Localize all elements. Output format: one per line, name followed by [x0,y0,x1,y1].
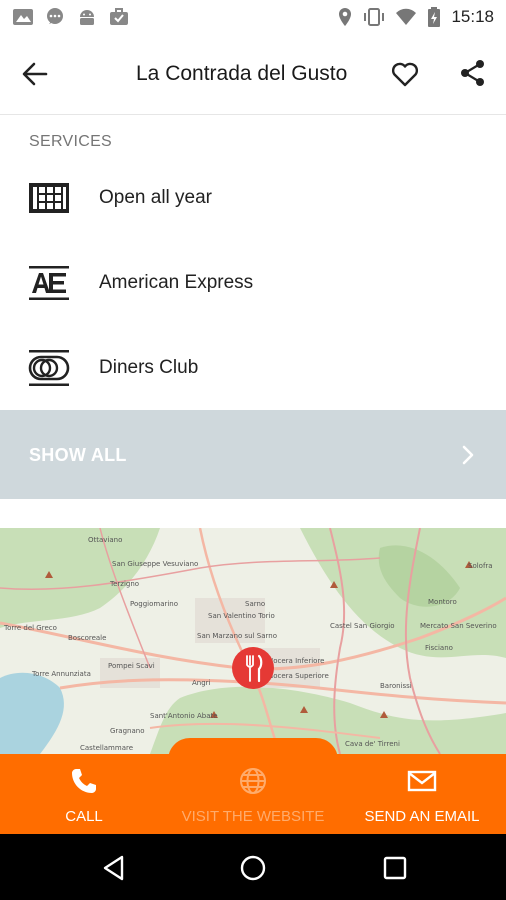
nav-home-icon[interactable] [239,854,267,882]
chevron-right-icon [462,445,474,465]
send-email-button[interactable]: SEND AN EMAIL [338,754,506,834]
call-label: CALL [65,808,103,825]
map-label: Boscoreale [68,634,106,642]
visit-website-button[interactable]: VISIT THE WEBSITE [168,754,338,834]
map-label: San Giuseppe Vesuviano [112,560,198,568]
service-item-open-all-year: Open all year [0,163,506,233]
send-email-label: SEND AN EMAIL [364,808,480,825]
globe-icon [240,768,266,794]
nav-back-icon[interactable] [100,854,128,882]
android-icon [80,10,94,25]
map-label: Ottaviano [88,536,122,544]
notification-icons [12,7,130,27]
map-label: Montoro [428,598,457,606]
system-nav-bar [0,834,506,900]
envelope-icon [407,770,437,792]
map-label: San Valentino Torio [208,612,275,620]
map-label: Cava de' Tirreni [345,740,400,748]
visit-website-label: VISIT THE WEBSITE [181,808,325,825]
calendar-grid-icon [29,183,69,213]
service-item-diners-club: Diners Club [0,333,506,403]
heart-icon[interactable] [390,60,420,88]
services-heading: SERVICES [29,133,113,150]
map-label: Poggiomarino [130,600,178,608]
show-all-label: SHOW ALL [29,445,127,465]
diners-club-icon [28,350,70,386]
restaurant-marker[interactable] [232,647,274,689]
service-label: Open all year [99,187,213,208]
call-button[interactable]: CALL [0,754,168,834]
service-item-american-express: American Express [0,248,506,318]
vibrate-icon [364,8,385,26]
map-label: Castel San Giorgio [330,622,395,630]
chat-icon [47,8,63,24]
wifi-icon [396,8,417,25]
map-label: Solofra [468,562,493,570]
map-label: Gragnano [110,727,144,735]
gallery-icon [13,9,33,25]
location-icon [339,8,352,26]
phone-icon [72,769,96,793]
system-icons: 15:18 [337,6,494,28]
map-label: Nocera Superiore [268,672,329,680]
clock: 15:18 [451,7,494,26]
map-label: Fisciano [425,644,453,652]
service-label: American Express [99,272,254,293]
map-label: Baronissi [380,682,412,690]
app-bar: La Contrada del Gusto [0,34,506,115]
map-label: Torre Annunziata [31,670,91,678]
show-all-button[interactable]: SHOW ALL [0,410,506,499]
battery-icon [428,7,441,27]
map-label: Angri [192,679,211,687]
map-label: Terzigno [109,580,139,588]
share-icon[interactable] [458,58,488,88]
briefcase-icon [110,8,128,25]
map-label: San Marzano sul Sarno [197,632,277,640]
back-arrow-icon[interactable] [20,60,50,88]
nav-recents-icon[interactable] [381,854,409,882]
map-label: Mercato San Severino [420,622,497,630]
map-label: Torre del Greco [3,624,57,632]
map-canvas: Ottaviano San Giuseppe Vesuviano Terzign… [0,528,506,754]
map-label: Castellammare [80,744,133,752]
map-label: Nocera Inferiore [268,657,324,665]
map-label: Sarno [245,600,265,608]
map-label: Sant'Antonio Abate [150,712,218,720]
map-label: Pompei Scavi [108,662,155,670]
service-label: Diners Club [99,357,199,378]
bottom-action-bar: CALL VISIT THE WEBSITE SEND AN EMAIL [0,754,506,834]
status-bar: 15:18 [0,0,506,34]
amex-icon [29,266,69,300]
page-title: La Contrada del Gusto [136,62,348,85]
map-view[interactable]: Ottaviano San Giuseppe Vesuviano Terzign… [0,528,506,754]
